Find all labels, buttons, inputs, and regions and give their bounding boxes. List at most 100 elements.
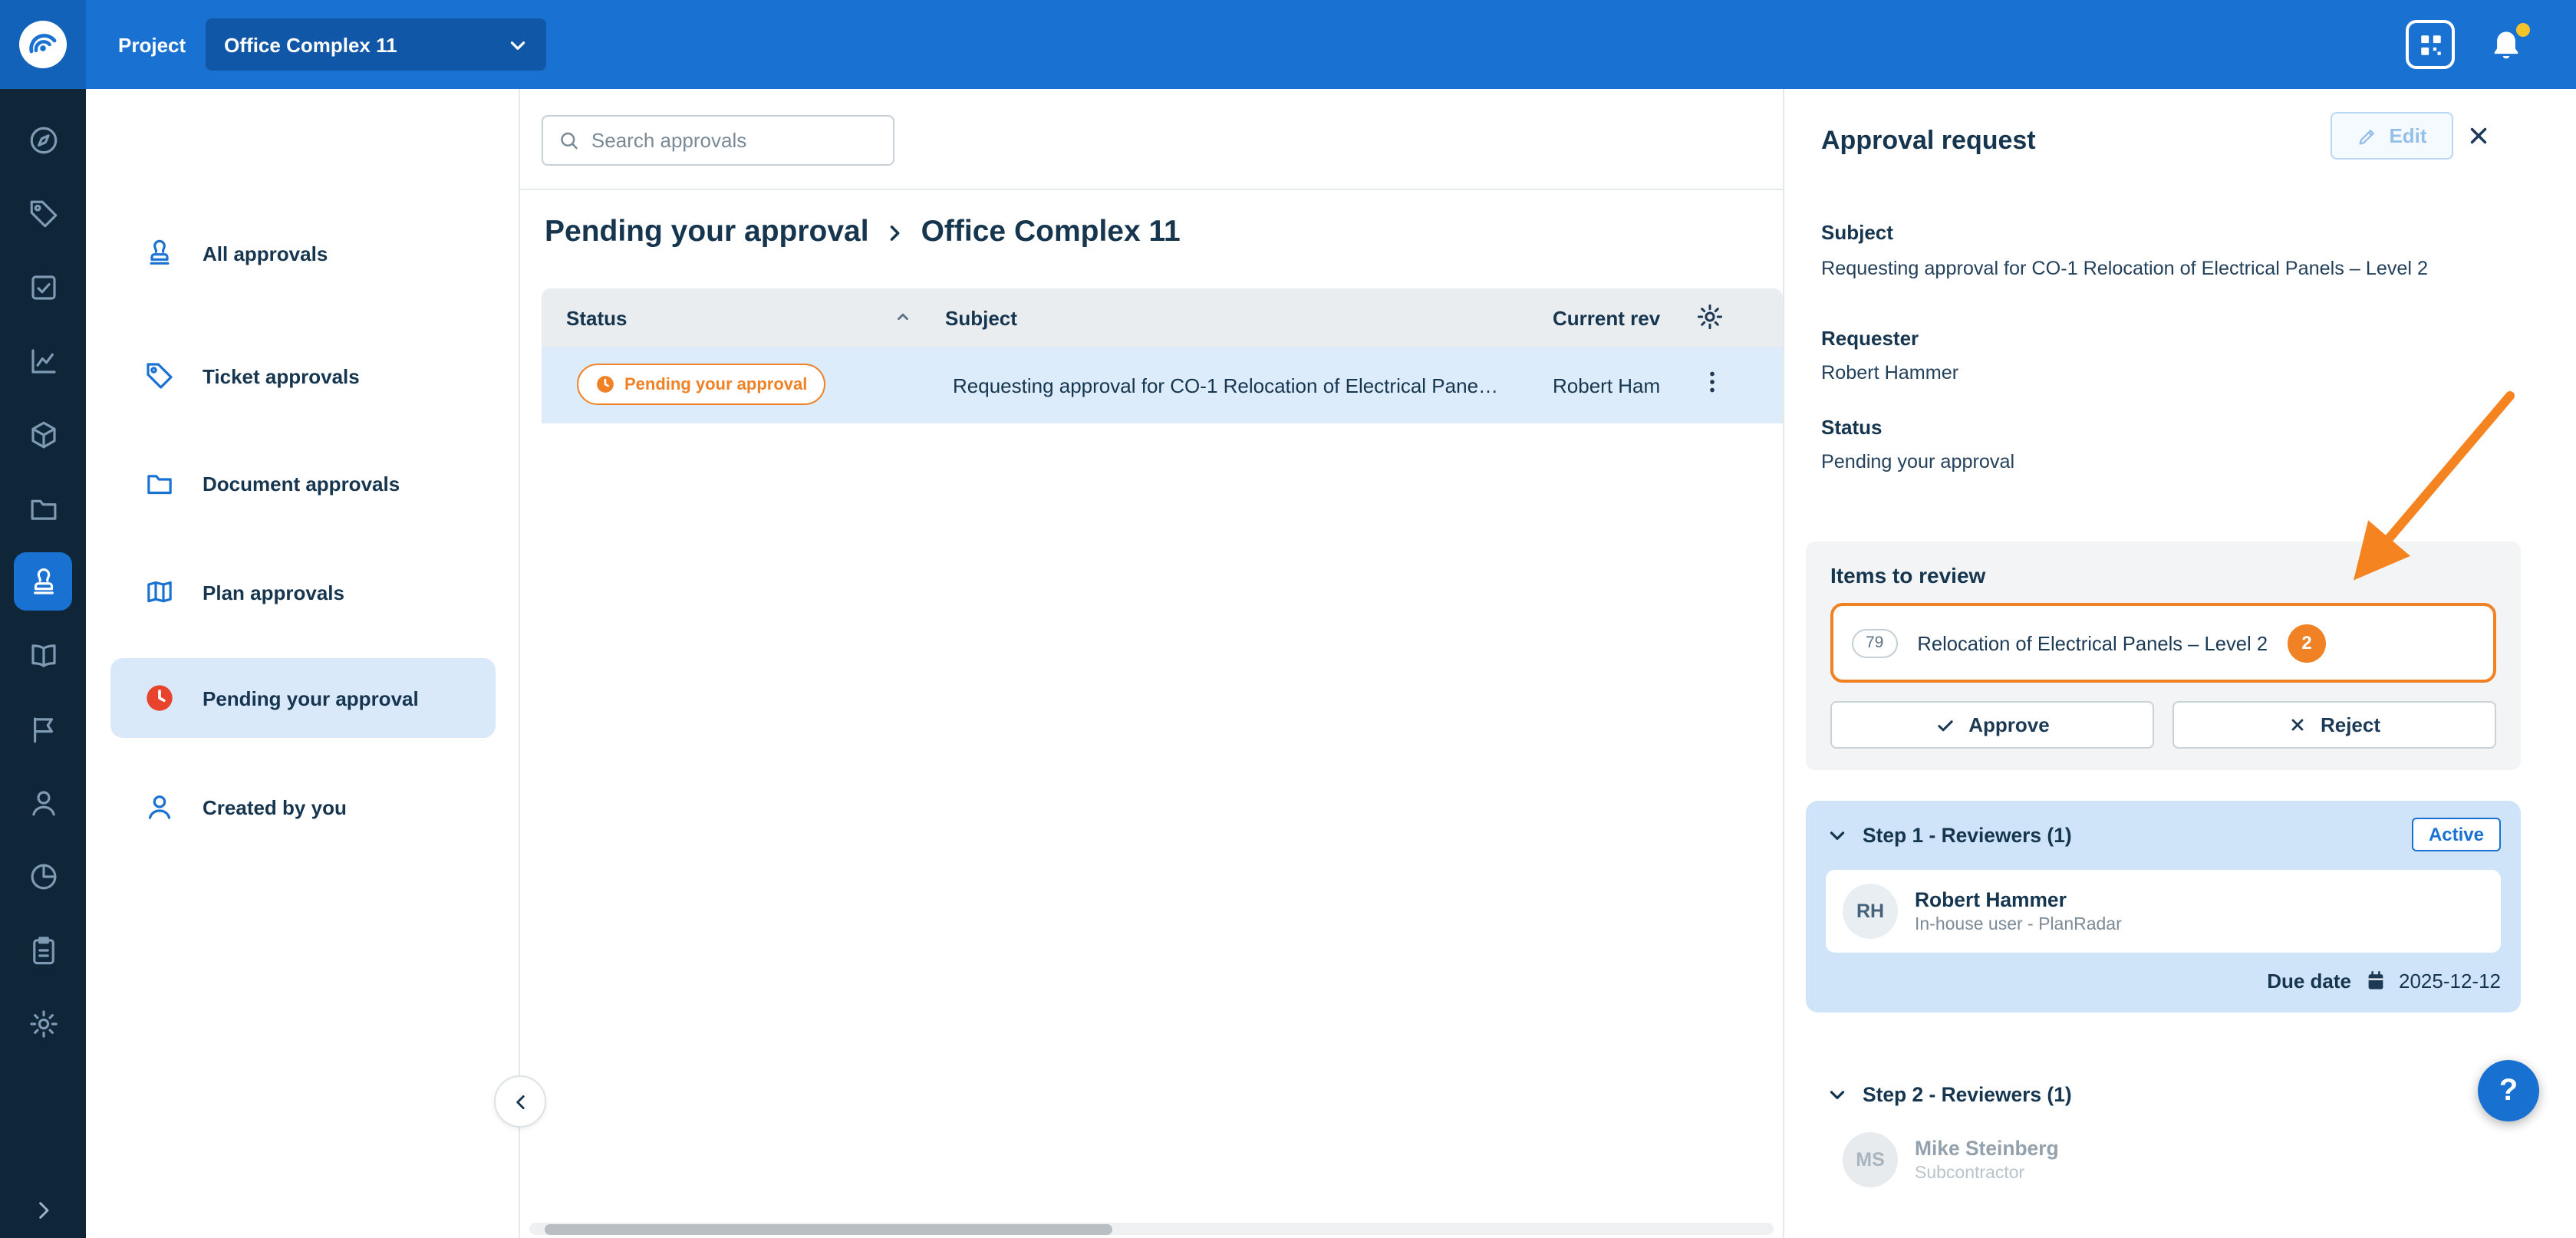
- sidebar-item-created-by-you[interactable]: Created by you: [110, 767, 496, 847]
- breadcrumb-chevron-icon: [884, 222, 906, 243]
- edit-button[interactable]: Edit: [2331, 112, 2453, 160]
- rail-item-bim[interactable]: [0, 397, 86, 471]
- rail-item-approvals[interactable]: [0, 545, 86, 618]
- close-panel-button[interactable]: [2466, 123, 2492, 149]
- row-subject: Requesting approval for CO-1 Relocation …: [953, 347, 1498, 423]
- approve-button[interactable]: Approve: [1830, 701, 2154, 749]
- rail-item-documents[interactable]: [0, 471, 86, 545]
- notifications-button[interactable]: [2489, 27, 2524, 62]
- rail-item-settings[interactable]: [0, 986, 86, 1060]
- review-item[interactable]: 79 Relocation of Electrical Panels – Lev…: [1830, 603, 2496, 683]
- tag-icon: [27, 197, 59, 229]
- table-settings-button[interactable]: [1695, 302, 1724, 331]
- sidebar-item-label: Plan approvals: [203, 581, 344, 604]
- chart-icon: [27, 344, 59, 377]
- sidebar-item-label: Document approvals: [203, 472, 400, 495]
- horizontal-scrollbar-thumb[interactable]: [545, 1223, 1112, 1234]
- sidebar-item-document-approvals[interactable]: Document approvals: [110, 443, 496, 523]
- flag-icon: [27, 713, 59, 745]
- reject-button-label: Reject: [2321, 713, 2380, 736]
- icon-rail: [0, 89, 86, 1238]
- chevron-down-icon: [1826, 823, 1849, 846]
- sidebar-item-workflow-settings[interactable]: Workflow settings: [110, 1226, 496, 1238]
- stamp-icon: [27, 565, 59, 598]
- review-item-label: Relocation of Electrical Panels – Level …: [1917, 631, 2268, 654]
- rail-item-dashboard[interactable]: [0, 103, 86, 176]
- book-icon: [27, 639, 59, 671]
- step-1-title: Step 1 - Reviewers (1): [1863, 823, 2412, 846]
- sidebar: All approvals Ticket approvals Document …: [86, 89, 520, 1238]
- status-pill: Pending your approval: [577, 364, 825, 405]
- project-dropdown-value: Office Complex 11: [224, 33, 397, 56]
- chevron-left-icon: [510, 1091, 530, 1111]
- column-subject[interactable]: Subject: [945, 288, 1017, 347]
- planradar-logo-icon: [17, 18, 69, 71]
- due-date-label: Due date: [2267, 970, 2351, 993]
- breadcrumb-section[interactable]: Pending your approval: [545, 215, 869, 250]
- close-icon: [2466, 123, 2492, 149]
- clock-icon: [595, 374, 615, 394]
- sidebar-item-all-approvals[interactable]: All approvals: [110, 213, 496, 293]
- step-2-title: Step 2 - Reviewers (1): [1863, 1083, 2072, 1106]
- check-icon: [1935, 714, 1956, 736]
- sidebar-item-plan-approvals[interactable]: Plan approvals: [110, 552, 496, 632]
- approval-actions: Approve Reject: [1830, 701, 2496, 749]
- project-dropdown[interactable]: Office Complex 11: [206, 18, 546, 71]
- reviewer-name: Mike Steinberg: [1915, 1137, 2059, 1160]
- sort-ascending-icon[interactable]: [894, 308, 911, 325]
- search-approvals-box[interactable]: [542, 115, 894, 166]
- search-input[interactable]: [591, 129, 878, 152]
- avatar: RH: [1843, 884, 1898, 939]
- rail-item-forms[interactable]: [0, 913, 86, 986]
- step-1-card: Step 1 - Reviewers (1) Active RH Robert …: [1806, 801, 2521, 1012]
- reject-button[interactable]: Reject: [2172, 701, 2496, 749]
- avatar: MS: [1843, 1132, 1898, 1187]
- qr-connect-button[interactable]: [2406, 20, 2455, 69]
- chevron-down-icon: [1826, 1083, 1849, 1106]
- task-check-icon: [27, 271, 59, 303]
- folder-icon: [27, 492, 59, 524]
- review-item-number-badge: 79: [1852, 628, 1897, 657]
- rail-item-library[interactable]: [0, 618, 86, 692]
- due-date-row: Due date 2025-12-12: [1826, 970, 2501, 993]
- planradar-logo[interactable]: [0, 0, 86, 89]
- rail-item-analytics[interactable]: [0, 324, 86, 397]
- divider: [520, 189, 1783, 190]
- help-button[interactable]: ?: [2478, 1060, 2539, 1121]
- app-root: Project Office Complex 11: [0, 0, 2576, 1238]
- project-label: Project: [118, 33, 186, 56]
- sidebar-collapse-button[interactable]: [494, 1075, 546, 1128]
- x-icon: [2288, 715, 2308, 735]
- panel-title: Approval request: [1821, 126, 2036, 156]
- chevron-right-icon: [31, 1198, 55, 1223]
- compass-icon: [27, 123, 59, 156]
- approval-table-row[interactable]: Pending your approval Requesting approva…: [542, 347, 1783, 423]
- step-status-badge: Active: [2412, 818, 2501, 851]
- calendar-icon: [2364, 970, 2387, 993]
- requester-value: Robert Hammer: [1821, 362, 1958, 384]
- column-current-rev[interactable]: Current rev: [1553, 288, 1660, 347]
- row-menu-button[interactable]: [1698, 368, 1726, 396]
- step-2-header[interactable]: Step 2 - Reviewers (1): [1826, 1083, 2072, 1106]
- kebab-icon: [1698, 368, 1726, 396]
- gear-icon: [27, 1007, 59, 1039]
- clipboard-icon: [27, 933, 59, 966]
- sidebar-item-ticket-approvals[interactable]: Ticket approvals: [110, 336, 496, 416]
- qr-icon: [2417, 31, 2443, 58]
- column-status[interactable]: Status: [566, 288, 627, 347]
- due-date-value: 2025-12-12: [2399, 970, 2501, 993]
- reviewer-role: In-house user - PlanRadar: [1915, 916, 2122, 934]
- step-1-header[interactable]: Step 1 - Reviewers (1) Active: [1826, 818, 2501, 851]
- rail-item-tags[interactable]: [0, 176, 86, 250]
- notification-dot: [2516, 22, 2530, 36]
- gear-icon: [1695, 302, 1724, 331]
- rail-expand-button[interactable]: [0, 1198, 86, 1223]
- status-label: Status: [1821, 416, 1882, 439]
- table-header: Status Subject Current rev: [542, 288, 1783, 347]
- sidebar-item-pending-your-approval[interactable]: Pending your approval: [110, 658, 496, 738]
- rail-item-feedback[interactable]: [0, 692, 86, 766]
- rail-item-reports[interactable]: [0, 839, 86, 913]
- rail-item-contacts[interactable]: [0, 766, 86, 839]
- rail-item-tasks[interactable]: [0, 250, 86, 324]
- person-icon: [144, 792, 175, 822]
